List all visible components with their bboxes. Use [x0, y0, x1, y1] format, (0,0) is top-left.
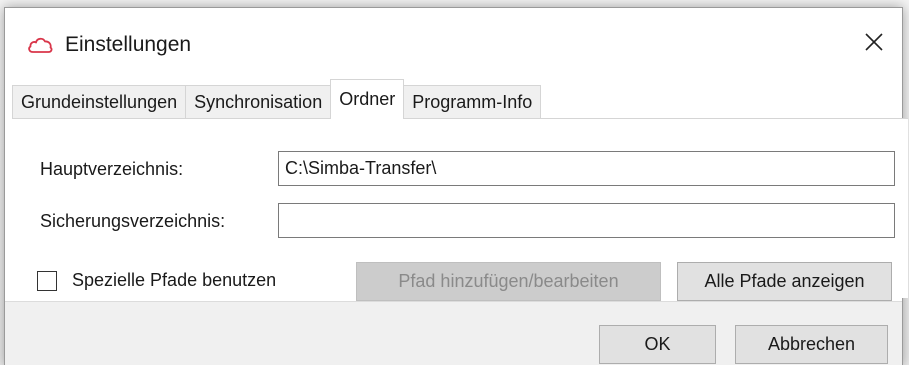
add-edit-path-button[interactable]: Pfad hinzufügen/bearbeiten	[356, 262, 661, 301]
special-paths-label: Spezielle Pfade benutzen	[72, 270, 277, 290]
special-paths-checkbox[interactable]	[37, 271, 57, 291]
show-all-paths-button[interactable]: Alle Pfade anzeigen	[677, 262, 892, 301]
settings-dialog: Einstellungen Grundeinstellungen Synchro…	[4, 7, 908, 365]
ok-button[interactable]: OK	[599, 325, 716, 364]
title-bar: Einstellungen	[5, 8, 902, 78]
screen: Einstellungen Grundeinstellungen Synchro…	[0, 0, 909, 365]
backup-dir-input[interactable]	[278, 203, 895, 238]
window-title: Einstellungen	[65, 33, 192, 56]
tab-programm-info[interactable]: Programm-Info	[403, 85, 542, 119]
cancel-button[interactable]: Abbrechen	[735, 325, 888, 364]
tab-panel-ordner: Hauptverzeichnis: C:\Simba-Transfer\ Sic…	[12, 118, 908, 301]
dialog-footer: OK Abbrechen	[5, 301, 902, 365]
tab-ordner[interactable]: Ordner	[330, 79, 405, 119]
main-dir-input[interactable]: C:\Simba-Transfer\	[278, 151, 895, 186]
main-dir-label: Hauptverzeichnis:	[40, 159, 184, 179]
close-icon	[864, 32, 884, 57]
backup-dir-label: Sicherungsverzeichnis:	[40, 211, 226, 231]
cloud-outline-icon	[27, 35, 53, 55]
tab-synchronisation[interactable]: Synchronisation	[185, 85, 332, 119]
tab-grundeinstellungen[interactable]: Grundeinstellungen	[12, 85, 187, 119]
close-button[interactable]	[856, 26, 892, 62]
tab-strip: Grundeinstellungen Synchronisation Ordne…	[12, 79, 542, 119]
